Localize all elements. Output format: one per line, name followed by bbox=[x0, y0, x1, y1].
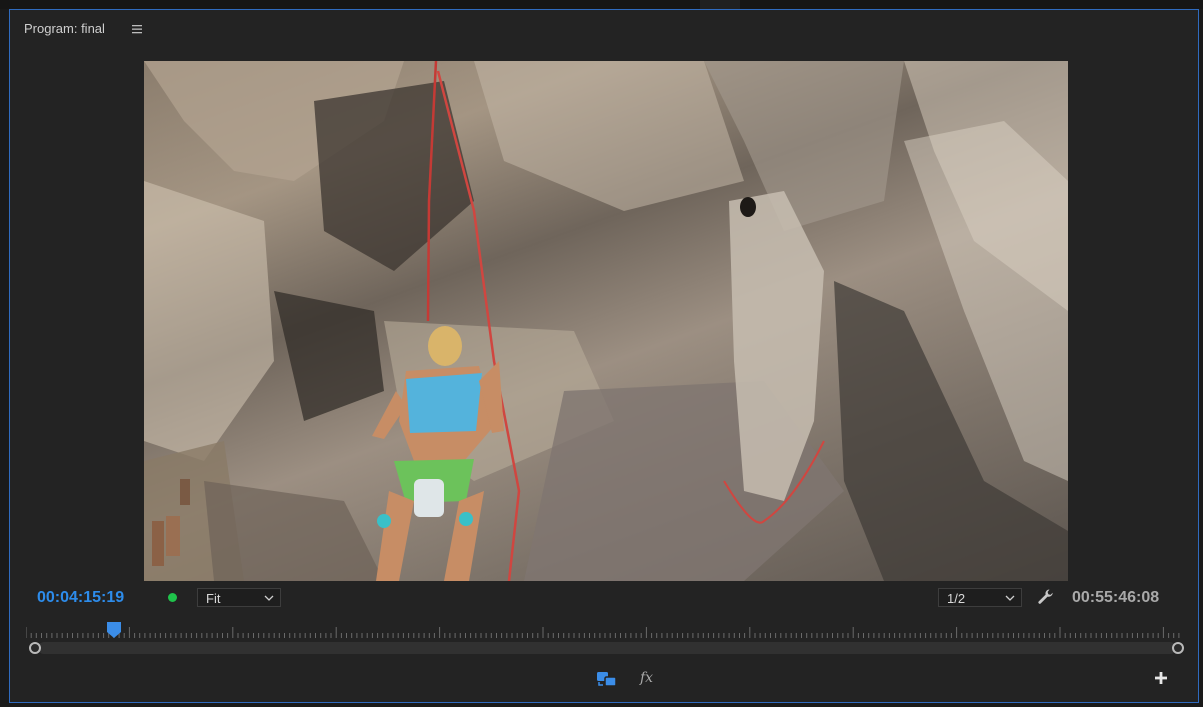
plus-icon[interactable] bbox=[1153, 670, 1169, 686]
chevron-down-icon bbox=[264, 595, 274, 601]
zoom-handle-left[interactable] bbox=[29, 642, 41, 654]
timeline-ruler[interactable] bbox=[26, 624, 1184, 640]
program-monitor-panel: Program: final 00:04:15:19 Fit 1/2 00:55… bbox=[9, 9, 1199, 703]
panel-header: Program: final bbox=[10, 10, 1198, 46]
zoom-level-select[interactable]: Fit bbox=[197, 588, 281, 607]
current-timecode[interactable]: 00:04:15:19 bbox=[37, 589, 124, 607]
playback-resolution-value: 1/2 bbox=[947, 591, 966, 606]
panel-title: Program: final bbox=[24, 21, 105, 36]
top-strip-segment bbox=[700, 0, 740, 9]
workspace-top-strip bbox=[0, 0, 1203, 9]
duration-timecode: 00:55:46:08 bbox=[1072, 589, 1160, 606]
status-indicator-dot bbox=[168, 593, 177, 602]
compare-view-icon[interactable] bbox=[596, 670, 618, 688]
video-frame-image bbox=[144, 61, 1068, 581]
playback-resolution-select[interactable]: 1/2 bbox=[938, 588, 1022, 607]
chevron-down-icon bbox=[1005, 595, 1015, 601]
zoom-level-value: Fit bbox=[206, 591, 221, 606]
video-viewer[interactable] bbox=[144, 61, 1068, 581]
wrench-icon[interactable] bbox=[1037, 588, 1055, 606]
effects-button[interactable]: fx bbox=[640, 670, 662, 688]
hamburger-menu-icon[interactable] bbox=[131, 22, 143, 34]
playhead-marker[interactable] bbox=[107, 622, 121, 638]
zoom-handle-right[interactable] bbox=[1172, 642, 1184, 654]
zoom-scroll-bar[interactable] bbox=[38, 642, 1176, 654]
